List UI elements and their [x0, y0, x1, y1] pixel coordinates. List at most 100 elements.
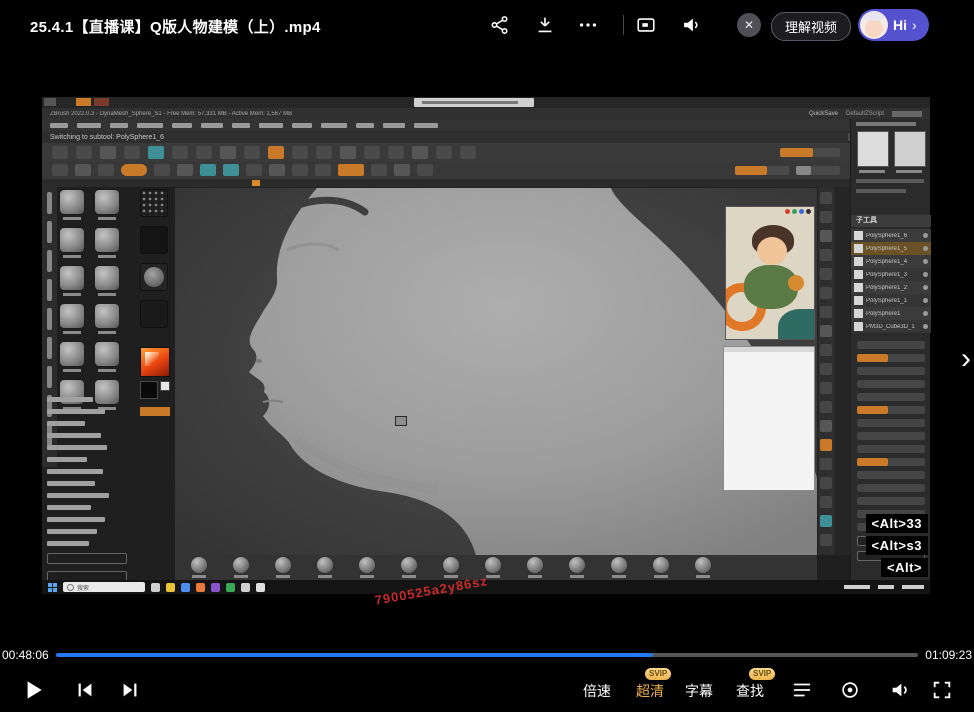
zb-tabstrip: [42, 97, 930, 108]
zb-menu-item: [77, 123, 101, 128]
zb-menu-item: [172, 123, 192, 128]
zb-brush-thumb: [59, 227, 85, 253]
zb-shelf-icon: [820, 420, 832, 432]
zb-right-shelf: [818, 187, 834, 555]
play-button[interactable]: [20, 677, 46, 703]
zb-timeline-marker: [252, 180, 260, 186]
share-icon[interactable]: [489, 14, 511, 36]
zb-toolbar-button: [316, 146, 332, 159]
zb-slider-fill: [796, 166, 811, 175]
zb-subtool-name: PolySphere1_6: [866, 233, 920, 239]
zb-reference-image: [725, 206, 815, 340]
zb-shelf-label: [528, 575, 542, 578]
zb-toolbar-button: [98, 164, 114, 176]
zb-menu-item: [232, 123, 250, 128]
decor: [145, 352, 159, 366]
previous-episode-button[interactable]: [74, 679, 96, 701]
zb-palette-tab: [47, 337, 52, 359]
zb-slider-fill: [780, 148, 813, 157]
zb-toolbar-1: [42, 143, 850, 161]
zb-shelf-cell: [359, 557, 375, 578]
next-episode-chevron[interactable]: ›: [961, 344, 971, 374]
pip-icon[interactable]: [635, 14, 657, 36]
video-frame-zbrush[interactable]: ZBrush 2022.0.3 - DynaMesh_Sphere_S1 - F…: [42, 97, 930, 594]
record-icon[interactable]: [839, 679, 861, 701]
zb-brush-cell: [94, 227, 120, 258]
taskbar-app-icon: [196, 583, 205, 592]
zb-visibility-eye: [923, 311, 928, 316]
quality-button[interactable]: 超清 SVIP: [636, 681, 664, 701]
decor: [757, 237, 787, 265]
zb-subtool-name: PolySphere1_2: [866, 285, 920, 291]
playlist-icon[interactable]: [791, 679, 813, 701]
progress-bar[interactable]: [56, 653, 918, 657]
zb-visibility-eye: [923, 233, 928, 238]
zb-brush-cell: [94, 303, 120, 334]
zb-shelf-label: [486, 575, 500, 578]
windows-start-icon: [48, 583, 57, 592]
zb-subtool-thumb: [854, 309, 863, 318]
zb-subtool-thumb: [854, 283, 863, 292]
download-icon[interactable]: [534, 14, 556, 36]
next-episode-button[interactable]: [119, 679, 141, 701]
zb-toolbar-button: [200, 164, 216, 176]
zb-toolbar-button: [121, 164, 147, 176]
zb-shelf-cell: [233, 557, 249, 578]
hi-label: Hi: [893, 17, 907, 33]
zb-menu-item: [259, 123, 283, 128]
zb-menu-item: [414, 123, 438, 128]
zb-brush-thumb: [94, 227, 120, 253]
zb-shelf-thumb: [611, 557, 627, 573]
zb-menu-item: [110, 123, 128, 128]
zb-toolbar-button: [364, 146, 380, 159]
zb-menu-item: [201, 123, 223, 128]
keystroke-overlay: <Alt>: [881, 558, 928, 577]
zb-toolbar-button: [148, 146, 164, 159]
zb-gizmo: [395, 416, 407, 426]
decor: [144, 267, 164, 287]
zb-stroke-alpha-strip: [140, 189, 168, 328]
hi-login-button[interactable]: Hi ›: [858, 9, 929, 41]
zb-toolbar-button: [292, 146, 308, 159]
svip-badge: SVIP: [645, 668, 671, 680]
zb-fill-button: [140, 407, 170, 416]
zb-toolbar-button: [172, 146, 188, 159]
zb-shelf-label: [654, 575, 668, 578]
zb-toolbar-button: [124, 146, 140, 159]
zb-toolbar-button: [154, 164, 170, 176]
zb-subtool-name: PolySphere1_3: [866, 272, 920, 278]
zb-status-text: Switching to subtool: PolySphere1_6: [50, 134, 164, 141]
decor: [859, 170, 885, 173]
zb-menu-item: [137, 123, 163, 128]
zb-white-panel: [723, 346, 815, 491]
zb-subtool-thumb: [854, 322, 863, 331]
zb-toolbar-button: [338, 164, 364, 176]
more-icon[interactable]: [577, 14, 599, 36]
zb-toolbar-button: [100, 146, 116, 159]
zb-menu-entry: [47, 493, 109, 498]
zb-slider-fill: [857, 406, 888, 414]
zb-shelf-thumb: [569, 557, 585, 573]
find-button[interactable]: 查找 SVIP: [736, 681, 764, 701]
zb-panel-slider: [857, 419, 925, 427]
zb-shelf-cell: [443, 557, 459, 578]
speaker-icon[interactable]: [680, 14, 702, 36]
zb-tool-panel: 子工具 PolySphere1_6PolySphere1_5PolySphere…: [850, 119, 930, 580]
volume-icon[interactable]: [889, 679, 911, 701]
zb-toolbar-button: [246, 164, 262, 176]
zb-subtool-name: PolySphere1_1: [866, 298, 920, 304]
zb-panel-slider: [857, 471, 925, 479]
speed-button[interactable]: 倍速: [583, 681, 611, 701]
zb-toolbar-button: [269, 164, 285, 176]
zb-subtool-thumb: [854, 231, 863, 240]
zb-menu-entry: [47, 397, 93, 402]
subtitle-button[interactable]: 字幕: [685, 681, 713, 701]
fullscreen-icon[interactable]: [931, 679, 953, 701]
zb-shelf-icon: [820, 230, 832, 242]
zb-tool-thumb: [894, 131, 926, 167]
taskbar-icons: [151, 583, 265, 592]
decor: [724, 347, 814, 352]
zb-strip-thumb: [140, 189, 168, 217]
close-button[interactable]: ✕: [737, 13, 761, 37]
understand-video-button[interactable]: 理解视频: [771, 12, 851, 41]
